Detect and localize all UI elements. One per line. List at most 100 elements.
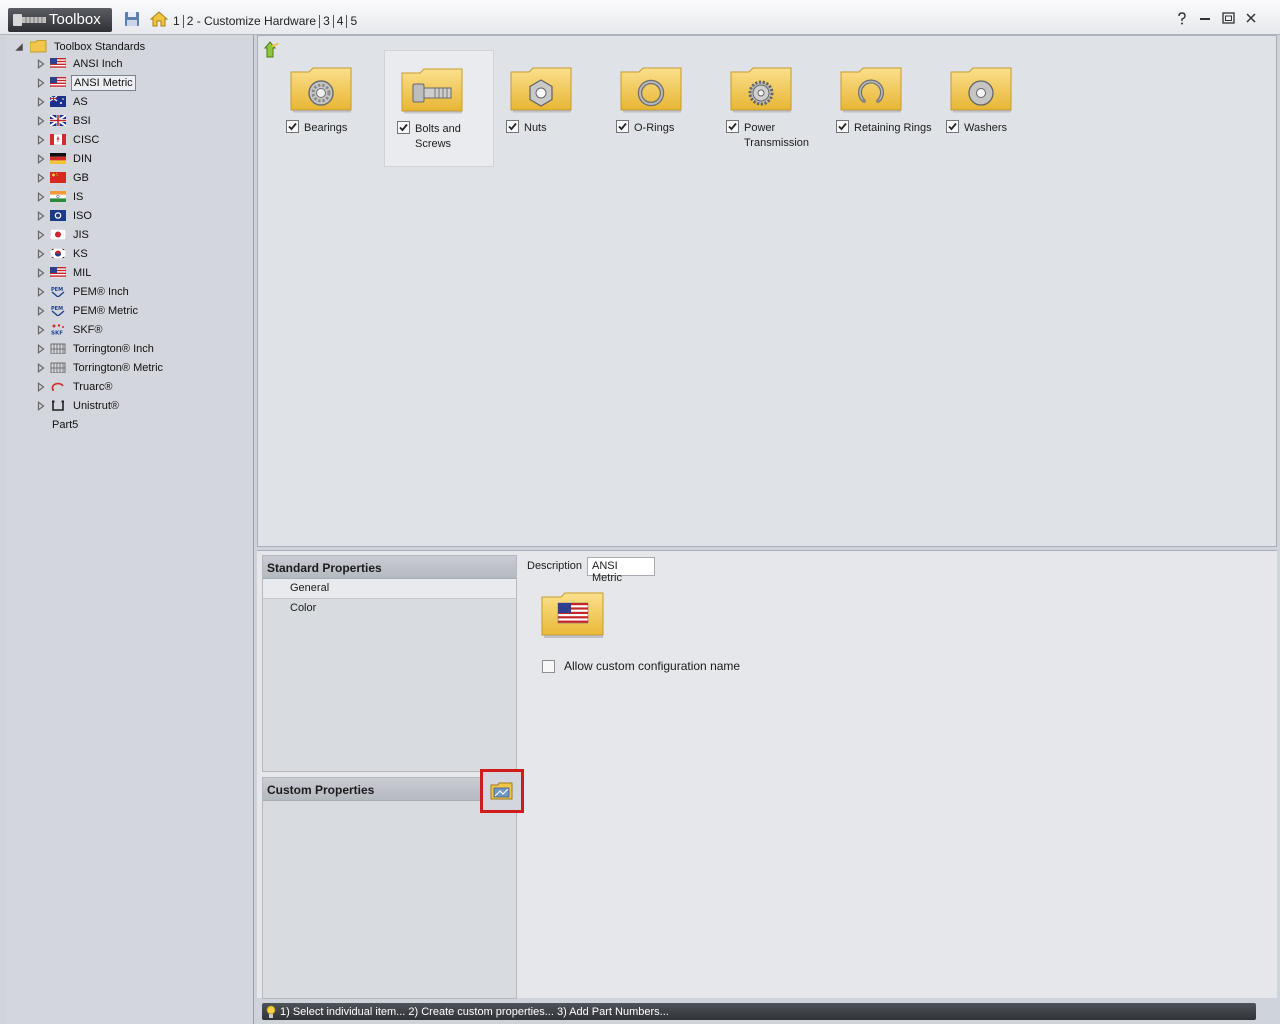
gear-icon [730,67,792,113]
category-label: O-Rings [634,122,675,134]
expand-triangle-icon[interactable] [36,305,46,316]
help-button[interactable] [1175,11,1189,25]
tree-item-skf[interactable]: SKF SKF® [36,320,246,339]
tree-item-gb[interactable]: GB [36,168,246,187]
tree-item-label: Unistrut® [73,399,120,412]
truarc-logo-icon [51,382,64,391]
tree-item-din[interactable]: DIN [36,149,246,168]
category-checkbox[interactable] [836,120,849,133]
expand-triangle-icon[interactable] [36,77,46,88]
tree-item-mil[interactable]: MIL [36,263,246,282]
allow-custom-name-checkbox[interactable] [542,660,555,673]
expand-triangle-icon[interactable] [36,153,46,164]
tree-item-torrington-inch[interactable]: Torrington® Inch [36,339,246,358]
tree-item-iso[interactable]: ISO [36,206,246,225]
crumb-step-2[interactable]: 2 - Customize Hardware [184,14,319,28]
add-custom-property-button[interactable] [480,769,524,813]
category-label: Washers [964,122,1007,134]
expand-triangle-icon[interactable] [36,172,46,183]
category-checkbox[interactable] [506,120,519,133]
minimize-button[interactable] [1198,11,1212,25]
tree-item-part5[interactable]: Part5 [36,415,246,434]
help-icon [1178,11,1186,24]
category-label: Bolts and Screws [415,123,461,150]
tree-item-label: DIN [73,152,92,165]
properties-region: Standard Properties General Color Custom… [257,550,1277,999]
crumb-step-1[interactable]: 1 [170,14,183,28]
crumb-step-4[interactable]: 4 [334,14,347,28]
restore-button[interactable] [1221,11,1235,25]
tree-item-truarc[interactable]: Truarc® [36,377,246,396]
expand-triangle-icon[interactable] [36,134,46,145]
category-power-transmission[interactable]: Power Transmission [714,50,824,167]
tree-item-label: IS [73,190,84,203]
tree-item-pem-metric[interactable]: PEM PEM® Metric [36,301,246,320]
expand-triangle-icon[interactable] [36,286,46,297]
expand-triangle-icon[interactable] [36,229,46,240]
collapse-triangle-icon[interactable] [14,42,24,52]
tree-item-label: JIS [73,228,89,241]
expand-triangle-icon[interactable] [36,381,46,392]
tree-item-bsi[interactable]: BSI [36,111,246,130]
home-icon[interactable] [150,10,168,28]
custom-properties-panel: Custom Properties [262,777,517,999]
expand-triangle-icon[interactable] [36,58,46,69]
close-button[interactable] [1244,11,1258,25]
expand-triangle-icon[interactable] [36,115,46,126]
tree-item-ansi-inch[interactable]: ANSI Inch [36,54,246,73]
category-bearings[interactable]: Bearings [274,50,384,167]
tree-item-ks[interactable]: KS [36,244,246,263]
save-icon[interactable] [124,11,140,27]
australia-flag-icon [50,96,66,107]
crumb-step-5[interactable]: 5 [347,14,360,28]
category-o-rings[interactable]: O-Rings [604,50,714,167]
tree-item-label: ISO [73,209,92,222]
washer-icon [950,67,1012,113]
property-page-general[interactable]: General [263,579,516,599]
tree-item-pem-inch[interactable]: PEM PEM® Inch [36,282,246,301]
category-retaining-rings[interactable]: Retaining Rings [824,50,934,167]
tree-item-is[interactable]: IS [36,187,246,206]
tree-item-torrington-metric[interactable]: Torrington® Metric [36,358,246,377]
category-washers[interactable]: Washers [934,50,1044,167]
crumb-step-3[interactable]: 3 [320,14,333,28]
tree-item-jis[interactable]: JIS [36,225,246,244]
tree-item-label: MIL [73,266,92,279]
status-bar: 1) Select individual item... 2) Create c… [262,1003,1256,1020]
tree-root-label: Toolbox Standards [54,40,146,53]
tree-item-as[interactable]: AS [36,92,246,111]
tree-item-unistrut[interactable]: Unistrut® [36,396,246,415]
expand-triangle-icon[interactable] [36,362,46,373]
tree-item-ansi-metric[interactable]: ANSI Metric [36,73,246,92]
description-field[interactable]: ANSI Metric [587,557,655,584]
tree-item-label: KS [73,247,88,260]
germany-flag-icon [50,153,66,164]
category-checkbox[interactable] [946,120,959,133]
expand-triangle-icon[interactable] [36,191,46,202]
expand-triangle-icon[interactable] [36,96,46,107]
category-checkbox[interactable] [726,120,739,133]
category-checkbox[interactable] [397,121,410,134]
lightbulb-icon [266,1005,276,1018]
category-bolts-and-screws[interactable]: Bolts and Screws [384,50,494,167]
expand-triangle-icon[interactable] [36,400,46,411]
category-label: Bearings [304,122,348,134]
retaining-ring-icon [840,67,902,113]
expand-triangle-icon[interactable] [36,248,46,259]
tree-item-cisc[interactable]: CISC [36,130,246,149]
torrington-logo-icon [50,343,66,354]
category-label: Retaining Rings [854,122,932,134]
expand-triangle-icon[interactable] [36,267,46,278]
category-checkbox[interactable] [616,120,629,133]
expand-triangle-icon[interactable] [36,343,46,354]
nut-icon [510,67,572,113]
expand-triangle-icon[interactable] [36,210,46,221]
category-checkbox[interactable] [286,120,299,133]
property-page-color[interactable]: Color [263,599,516,619]
us-flag-icon [50,267,66,278]
category-label: Power Transmission [744,122,809,149]
tree-item-label: PEM® Metric [73,304,138,317]
expand-triangle-icon[interactable] [36,324,46,335]
standard-properties-panel: Standard Properties General Color [262,555,517,772]
category-nuts[interactable]: Nuts [494,50,604,167]
